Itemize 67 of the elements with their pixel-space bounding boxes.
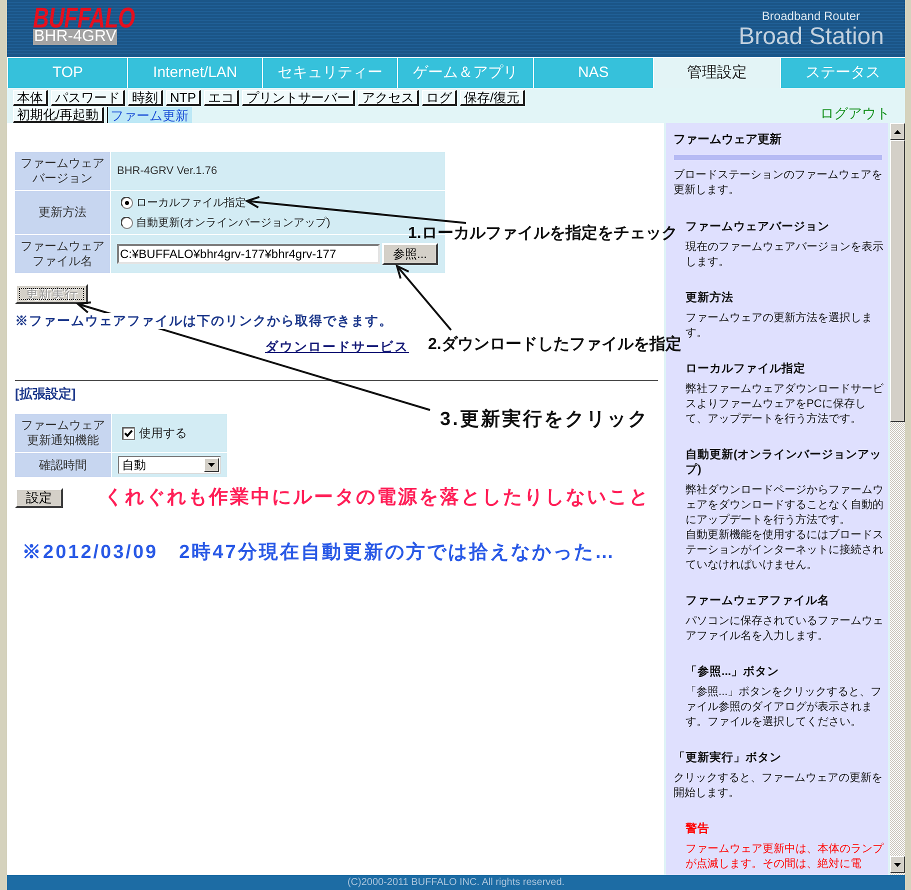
browse-button[interactable]: 参照... [382, 243, 438, 265]
radio-button-icon[interactable] [121, 216, 133, 228]
help-text: 「参照...」ボタンをクリックすると、ファイル参照のダイアログが表示されます。ファイルを選択してください。 [686, 685, 883, 730]
subnav-tab[interactable]: 初期化/再起動 [13, 107, 104, 123]
help-heading: 自動更新(オンラインバージョンアップ) [686, 448, 882, 478]
help-heading: ファームウェアファイル名 [686, 594, 831, 609]
help-text: パソコンに保存されているファームウェアファイル名を入力します。 [686, 614, 884, 644]
download-service-link[interactable]: ダウンロードサービス [265, 339, 409, 355]
scroll-thumb[interactable] [890, 140, 905, 422]
up-arrow-icon [894, 130, 902, 134]
copyright-text: (C)2000-2011 BUFFALO INC. All rights reserved. [347, 876, 565, 888]
model-name: BHR-4GRV [33, 29, 118, 45]
radio-option[interactable]: 自動更新(オンラインバージョンアップ) [121, 214, 330, 230]
field-label: ファームウェア更新通知機能 [15, 414, 111, 452]
subnav-tab[interactable]: ファーム更新 [106, 107, 192, 123]
subnav-tab[interactable]: 保存/復元 [460, 90, 525, 106]
help-heading: 「更新実行」ボタン [674, 751, 783, 766]
radio-option[interactable]: ローカルファイル指定 [121, 194, 246, 210]
help-heading: 更新方法 [686, 291, 735, 306]
help-text: ファームウェアの更新方法を選択します。 [686, 311, 874, 341]
down-arrow-icon [894, 862, 902, 866]
section-title: [拡張設定] [15, 386, 76, 402]
radio-button-icon[interactable] [121, 196, 133, 208]
scroll-down-button[interactable] [890, 856, 905, 873]
subnav-tab[interactable]: 時刻 [128, 90, 163, 106]
field-label: 確認時間 [15, 453, 111, 477]
help-heading: 「参照...」ボタン [686, 665, 780, 680]
help-heading: ローカルファイル指定 [686, 362, 807, 377]
field-label: ファームウェアバージョン [15, 152, 110, 190]
field-label: ファームウェアファイル名 [15, 235, 110, 273]
checkbox-icon[interactable] [122, 426, 135, 440]
product-type: Broadband Router [762, 9, 860, 23]
brand-logo: BUFFALO [33, 8, 135, 29]
help-text: 自動更新機能を使用するにはブロードステーションがインターネットに接続されていなければいけません。 [686, 528, 884, 573]
help-text: 弊社ファームウェアダウンロードサービスよりファームウェアをPCに保存して、アップデートを行う方法です。 [686, 382, 884, 427]
scroll-up-button[interactable] [890, 123, 905, 140]
help-text: 現在のファームウェアバージョンを表示します。 [686, 240, 884, 270]
annotation-text: 2.ダウンロードしたファイルを指定 [428, 334, 682, 355]
help-heading: ファームウェアバージョン [686, 220, 831, 235]
annotation-text: 1.ローカルファイルを指定をチェック [408, 223, 678, 244]
help-text: 弊社ダウンロードページからファームウェアをダウンロードすることなく自動的にアップデートを行う方法です。 [686, 483, 884, 528]
nav-tab[interactable]: 管理設定 [654, 58, 780, 88]
dropdown-arrow-icon[interactable] [204, 458, 219, 472]
help-title: ファームウェア更新 [674, 132, 783, 147]
help-text: ファームウェア更新中は、本体のランプが点滅します。その間は、絶対に電 [686, 842, 884, 872]
subnav-tab[interactable]: 本体 [13, 90, 48, 106]
help-text: クリックすると、ファームウェアの更新を開始します。 [674, 771, 884, 801]
file-path-field[interactable]: C:¥BUFFALO¥bhr4grv-177¥bhr4grv-177 [117, 244, 380, 264]
subnav-tab[interactable]: プリントサーバー [242, 90, 355, 106]
subnav-tab[interactable]: パスワード [51, 90, 125, 106]
checkbox-option[interactable]: 使用する [122, 425, 187, 441]
subnav-tab[interactable]: ログ [422, 90, 457, 106]
dropdown-field[interactable]: 自動 [118, 456, 221, 474]
annotation-text: 3.更新実行をクリック [440, 408, 649, 432]
date-note: ※2012/03/09 2時47分現在自動更新の方では拾えなかった… [22, 541, 616, 565]
help-heading: 警告 [686, 822, 711, 837]
subnav-tab[interactable]: アクセス [358, 90, 419, 106]
subnav-tab[interactable]: エコ [204, 90, 239, 106]
product-name: Broad Station [738, 24, 884, 50]
subnav-tab[interactable]: NTP [166, 90, 201, 106]
warning-note: くれぐれも作業中にルータの電源を落としたりしないこと [104, 486, 650, 510]
help-text: ブロードステーションのファームウェアを更新します。 [674, 168, 884, 198]
field-value: BHR-4GRV Ver.1.76 [111, 152, 445, 190]
field-label: 更新方法 [15, 191, 110, 234]
scrollbar[interactable] [890, 123, 905, 875]
apply-button[interactable]: 設定 [15, 488, 63, 508]
logout-link[interactable]: ログアウト [820, 105, 890, 121]
